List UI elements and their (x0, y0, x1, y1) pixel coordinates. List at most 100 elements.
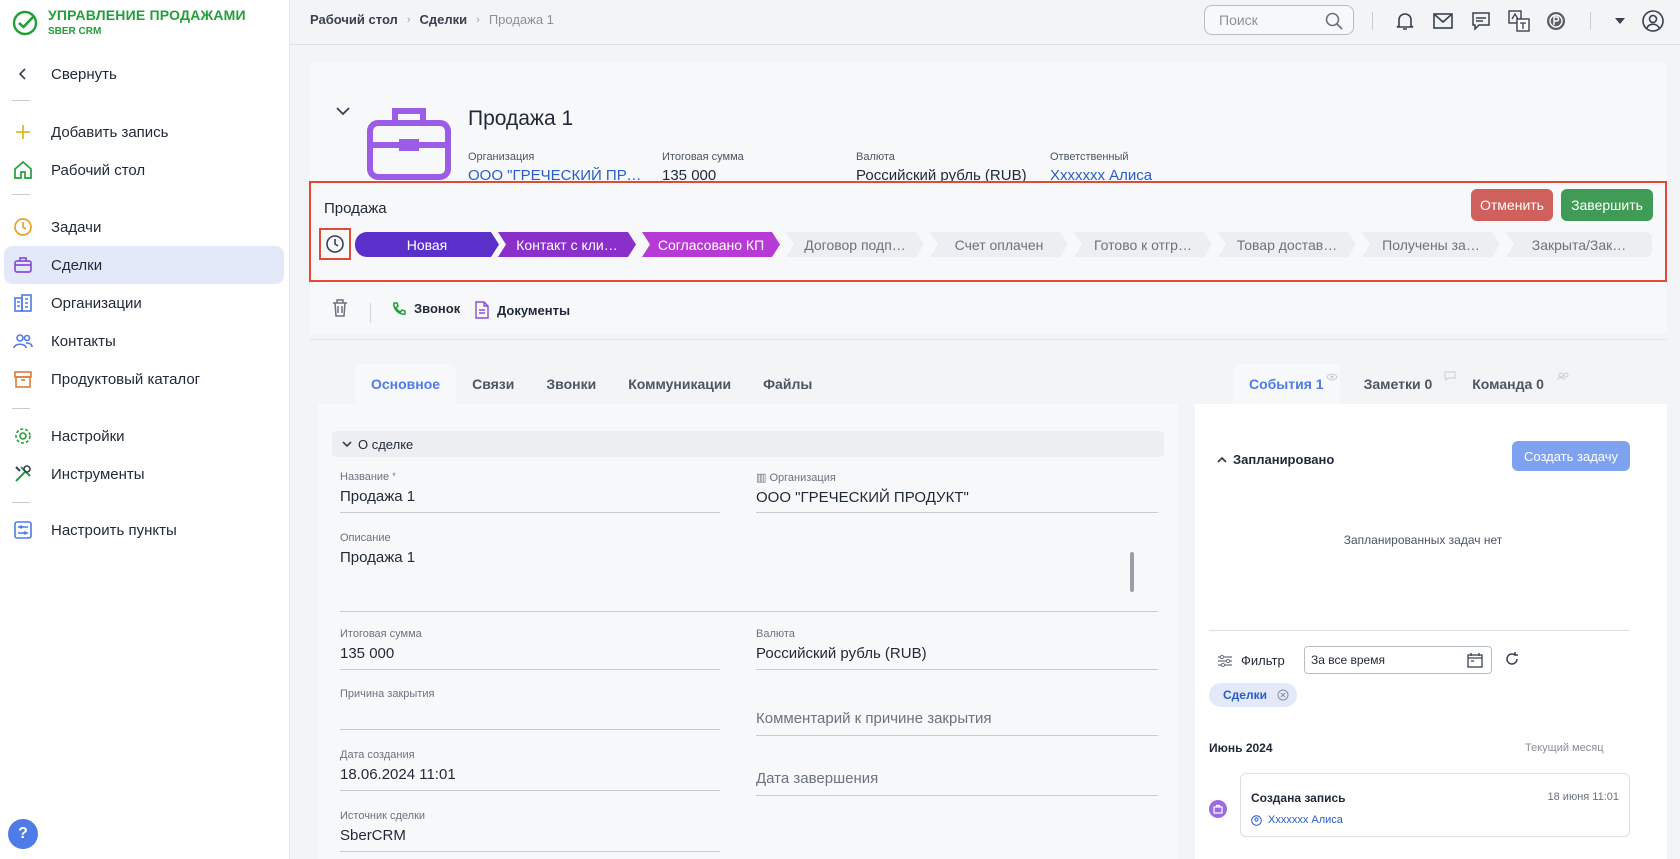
sidebar-item-settings[interactable]: Настройки (4, 417, 284, 455)
planned-title: Запланировано (1233, 452, 1335, 467)
period-select[interactable]: За все время (1304, 646, 1492, 674)
filter-label: Фильтр (1241, 653, 1285, 668)
event-user-name: Xxxxxxx Алиса (1268, 814, 1343, 826)
sum-field[interactable]: Итоговая сумма 135 000 (340, 628, 720, 670)
source-field[interactable]: Источник сделки SberCRM (340, 810, 720, 852)
search-icon[interactable] (1325, 12, 1343, 35)
currency-value: Российский рубль (RUB) (756, 645, 927, 662)
finish-deal-button[interactable]: Завершить (1561, 189, 1653, 221)
description-field[interactable]: Описание Продажа 1 (340, 532, 1158, 612)
sidebar: УПРАВЛЕНИЕ ПРОДАЖАМИ SBER CRM Свернуть Д… (0, 0, 290, 859)
box-icon (12, 368, 34, 390)
tab-links[interactable]: Связи (456, 364, 530, 404)
points-icon[interactable] (1544, 9, 1568, 33)
phone-icon (392, 301, 406, 316)
finish-date-field[interactable]: Дата завершения (756, 770, 1158, 796)
sber-logo-icon (12, 10, 38, 35)
close-comment-field[interactable]: Комментарий к причине закрытия (756, 710, 1158, 736)
sidebar-item-add-record[interactable]: Добавить запись (4, 113, 284, 151)
nav-divider (12, 408, 30, 409)
breadcrumb: Рабочий стол › Сделки › Продажа 1 (310, 12, 554, 27)
create-task-button[interactable]: Создать задачу (1512, 441, 1630, 471)
stage-item[interactable]: Новая (355, 232, 499, 257)
breadcrumb-desktop[interactable]: Рабочий стол (310, 12, 398, 27)
pipeline-label: Продажа (324, 200, 387, 217)
stage-item[interactable]: Контакт с кли… (498, 232, 636, 257)
translate-icon[interactable] (1507, 9, 1531, 33)
section-about-toggle[interactable]: О сделке (332, 431, 1164, 457)
stage-item[interactable]: Согласовано КП (642, 232, 780, 257)
name-field[interactable]: Название * Продажа 1 (340, 471, 720, 513)
sidebar-item-organizations[interactable]: Организации (4, 284, 284, 322)
created-label: Дата создания (340, 749, 415, 761)
filter-chip-deals[interactable]: Сделки (1209, 683, 1297, 707)
tab-team[interactable]: Команда 0 (1456, 364, 1569, 404)
breadcrumb-deals[interactable]: Сделки (420, 12, 468, 27)
tab-calls[interactable]: Звонки (530, 364, 612, 404)
sidebar-item-label: Задачи (51, 218, 102, 236)
chevron-down-icon[interactable] (335, 103, 351, 121)
app-logo[interactable]: УПРАВЛЕНИЕ ПРОДАЖАМИ SBER CRM (12, 7, 246, 37)
bell-icon[interactable] (1393, 9, 1417, 33)
field-underline (340, 611, 1158, 612)
tab-files[interactable]: Файлы (747, 364, 828, 404)
filter-button[interactable]: Фильтр (1217, 653, 1285, 668)
gear-icon (12, 425, 34, 447)
stage-item[interactable]: Получены за… (1362, 232, 1500, 257)
tab-events[interactable]: События 1 (1233, 364, 1340, 404)
stage-item[interactable]: Товар достав… (1218, 232, 1356, 257)
chip-remove-icon[interactable] (1277, 689, 1289, 701)
sidebar-item-customize[interactable]: Настроить пункты (4, 511, 284, 549)
topbar-divider (1372, 12, 1373, 30)
event-item[interactable]: Создана запись 18 июня 11:01 Xxxxxxx Али… (1240, 773, 1630, 837)
deal-details-panel: О сделке Название * Продажа 1 ▥ Организа… (318, 404, 1178, 859)
planned-section-toggle[interactable]: Запланировано (1217, 452, 1334, 467)
documents-button[interactable]: Документы (475, 301, 570, 319)
created-date-field[interactable]: Дата создания 18.06.2024 11:01 (340, 749, 720, 791)
tools-icon (12, 463, 34, 485)
stage-item[interactable]: Готово к отгр… (1074, 232, 1212, 257)
documents-button-label: Документы (497, 302, 571, 318)
tab-communications[interactable]: Коммуникации (612, 364, 747, 404)
sidebar-collapse[interactable]: Свернуть (4, 55, 284, 93)
stage-item[interactable]: Закрыта/Зак… (1506, 232, 1652, 257)
call-button[interactable]: Звонок (392, 301, 460, 316)
refresh-icon[interactable] (1504, 651, 1520, 672)
trash-icon (333, 299, 347, 317)
sum-label: Итоговая сумма (340, 628, 422, 640)
sidebar-item-contacts[interactable]: Контакты (4, 322, 284, 360)
sidebar-item-desktop[interactable]: Рабочий стол (4, 151, 284, 189)
search-input[interactable] (1219, 12, 1319, 28)
stage-item[interactable]: Счет оплачен (930, 232, 1068, 257)
stage-history-button[interactable] (319, 228, 351, 260)
chat-icon[interactable] (1469, 9, 1493, 33)
calendar-icon[interactable] (1467, 652, 1483, 671)
stage-item[interactable]: Договор подп… (786, 232, 924, 257)
nav-divider (12, 194, 30, 195)
sidebar-item-tools[interactable]: Инструменты (4, 455, 284, 493)
home-icon (12, 159, 34, 181)
finish-date-placeholder: Дата завершения (756, 770, 879, 787)
sidebar-item-deals[interactable]: Сделки (4, 246, 284, 284)
app-title: УПРАВЛЕНИЕ ПРОДАЖАМИ (48, 7, 246, 23)
tab-notes[interactable]: Заметки 0 (1348, 364, 1456, 404)
help-button[interactable]: ? (8, 819, 38, 849)
currency-field[interactable]: Валюта Российский рубль (RUB) (756, 628, 1158, 670)
delete-button[interactable] (332, 299, 348, 322)
description-scrollbar[interactable] (1130, 552, 1134, 592)
cancel-deal-button[interactable]: Отменить (1471, 189, 1553, 221)
event-user-link[interactable]: Xxxxxxx Алиса (1251, 814, 1343, 826)
deal-owner-field: Ответственный Xxxxxxx Алиса (1050, 151, 1152, 184)
note-icon (1444, 368, 1456, 384)
search-box[interactable] (1204, 5, 1354, 35)
section-divider (310, 339, 1667, 340)
tab-main[interactable]: Основное (355, 364, 457, 404)
sidebar-item-tasks[interactable]: Задачи (4, 208, 284, 246)
close-reason-field[interactable]: Причина закрытия (340, 688, 720, 730)
organization-field[interactable]: ▥ Организация ООО "ГРЕЧЕСКИЙ ПРОДУКТ" (756, 471, 1158, 513)
user-avatar-icon[interactable] (1641, 9, 1665, 33)
chevron-up-icon (1217, 456, 1227, 463)
caret-down-icon[interactable] (1608, 9, 1632, 33)
mail-icon[interactable] (1431, 9, 1455, 33)
sidebar-item-catalog[interactable]: Продуктовый каталог (4, 360, 284, 398)
